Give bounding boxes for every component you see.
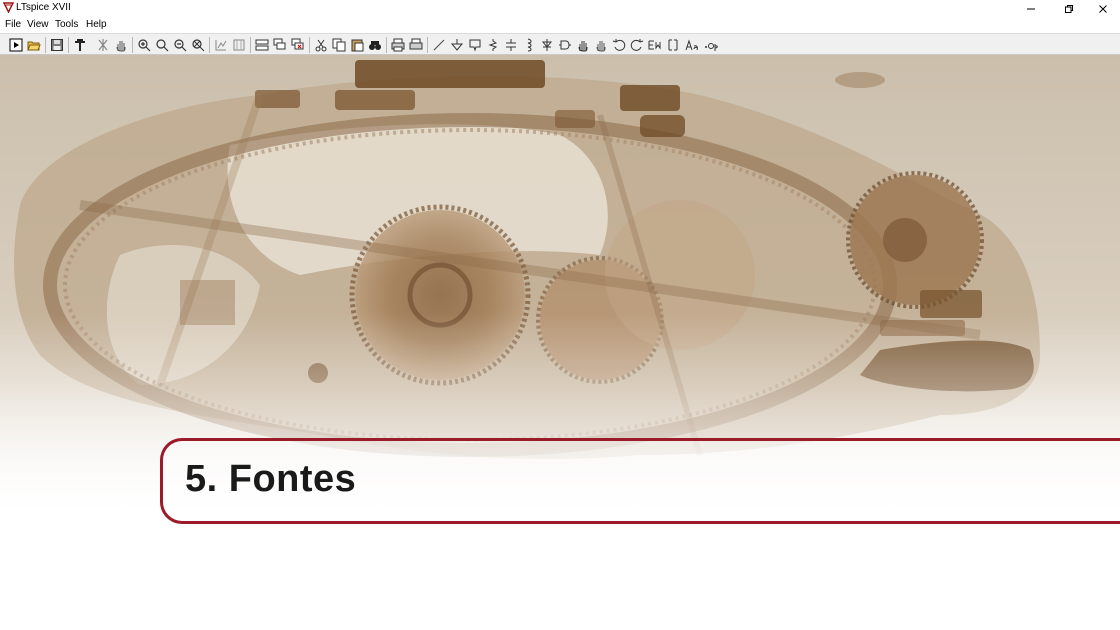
close-doc-button[interactable] <box>290 37 306 53</box>
ground-icon <box>450 39 464 51</box>
find-button[interactable] <box>367 37 383 53</box>
save-button[interactable] <box>49 37 65 53</box>
redo-button[interactable] <box>629 37 645 53</box>
tile-button[interactable] <box>254 37 270 53</box>
copy-button[interactable] <box>331 37 347 53</box>
zoom-area-icon <box>156 39 169 52</box>
open-button[interactable] <box>26 37 42 53</box>
chapter-title: 5. Fontes <box>185 458 357 500</box>
undo-icon <box>612 39 626 51</box>
label-icon <box>469 39 481 52</box>
mirror-icon <box>668 39 678 51</box>
inductor-icon <box>527 38 532 52</box>
run-icon <box>9 38 23 52</box>
print-preview-icon <box>409 38 423 50</box>
zoom-out-icon <box>174 39 187 52</box>
menu-tools[interactable]: Tools <box>55 19 78 31</box>
print-button[interactable] <box>390 37 406 53</box>
zoom-in-icon <box>138 39 151 52</box>
toolbar <box>0 33 1120 55</box>
drag-icon <box>596 41 606 52</box>
open-icon <box>27 41 41 51</box>
halt-button[interactable] <box>95 37 111 53</box>
tile-icon <box>255 39 269 51</box>
halt-icon <box>98 39 108 51</box>
capacitor-button[interactable] <box>503 37 519 53</box>
autorange-icon <box>215 40 227 51</box>
capacitor-icon <box>506 39 516 51</box>
label-button[interactable] <box>467 37 483 53</box>
close-doc-icon <box>291 38 304 50</box>
pan-icon <box>116 41 126 52</box>
zoom-fit-button[interactable] <box>190 37 206 53</box>
text-button[interactable] <box>684 37 700 53</box>
copy-icon <box>332 38 346 52</box>
grid-button[interactable] <box>231 37 247 53</box>
menu-bar: File View Tools Help <box>0 17 1120 33</box>
control-panel-icon <box>75 39 85 51</box>
redo-icon <box>630 39 644 51</box>
print-icon <box>391 38 405 52</box>
resistor-button[interactable] <box>485 37 501 53</box>
grid-icon <box>233 39 245 51</box>
paste-button[interactable] <box>349 37 365 53</box>
component-button[interactable] <box>557 37 573 53</box>
zoom-out-button[interactable] <box>172 37 188 53</box>
pan-button[interactable] <box>113 37 129 53</box>
spice-directive-button[interactable] <box>703 37 719 53</box>
title-bar: LTspice XVII <box>0 0 1120 17</box>
wire-button[interactable] <box>431 37 447 53</box>
move-icon <box>578 41 588 52</box>
maximize-button[interactable] <box>1052 0 1086 17</box>
paste-icon <box>351 39 364 52</box>
control-panel-button[interactable] <box>72 37 88 53</box>
inductor-button[interactable] <box>521 37 537 53</box>
print-preview-button[interactable] <box>408 37 424 53</box>
menu-view[interactable]: View <box>27 19 49 31</box>
spice-directive-icon <box>705 43 718 51</box>
cascade-icon <box>273 38 286 50</box>
menu-file[interactable]: File <box>5 19 21 31</box>
drag-button[interactable] <box>593 37 609 53</box>
zoom-fit-icon <box>192 39 205 52</box>
ltspice-app-icon <box>3 2 14 13</box>
zoom-area-button[interactable] <box>154 37 170 53</box>
minimize-button[interactable] <box>1014 0 1048 17</box>
run-button[interactable] <box>8 37 24 53</box>
resistor-icon <box>488 39 498 51</box>
window-title: LTspice XVII <box>16 2 71 13</box>
save-icon <box>51 39 63 51</box>
minimize-icon <box>1027 8 1035 9</box>
cascade-button[interactable] <box>272 37 288 53</box>
ground-button[interactable] <box>449 37 465 53</box>
diode-icon <box>541 39 553 51</box>
autorange-button[interactable] <box>213 37 229 53</box>
cut-icon <box>315 39 327 52</box>
cut-button[interactable] <box>313 37 329 53</box>
move-button[interactable] <box>575 37 591 53</box>
diode-button[interactable] <box>539 37 555 53</box>
undo-button[interactable] <box>611 37 627 53</box>
menu-help[interactable]: Help <box>86 19 107 31</box>
rotate-icon <box>648 40 661 50</box>
wire-icon <box>433 39 445 51</box>
rotate-button[interactable] <box>647 37 663 53</box>
restore-icon <box>1065 4 1073 13</box>
chapter-banner: 5. Fontes <box>160 438 1120 524</box>
text-icon <box>685 39 698 51</box>
component-icon <box>559 40 571 50</box>
document-canvas[interactable]: 5. Fontes <box>0 55 1120 630</box>
close-window-button[interactable] <box>1086 0 1120 17</box>
close-icon <box>1099 4 1107 13</box>
find-icon <box>369 41 381 50</box>
mirror-button[interactable] <box>665 37 681 53</box>
zoom-in-button[interactable] <box>136 37 152 53</box>
